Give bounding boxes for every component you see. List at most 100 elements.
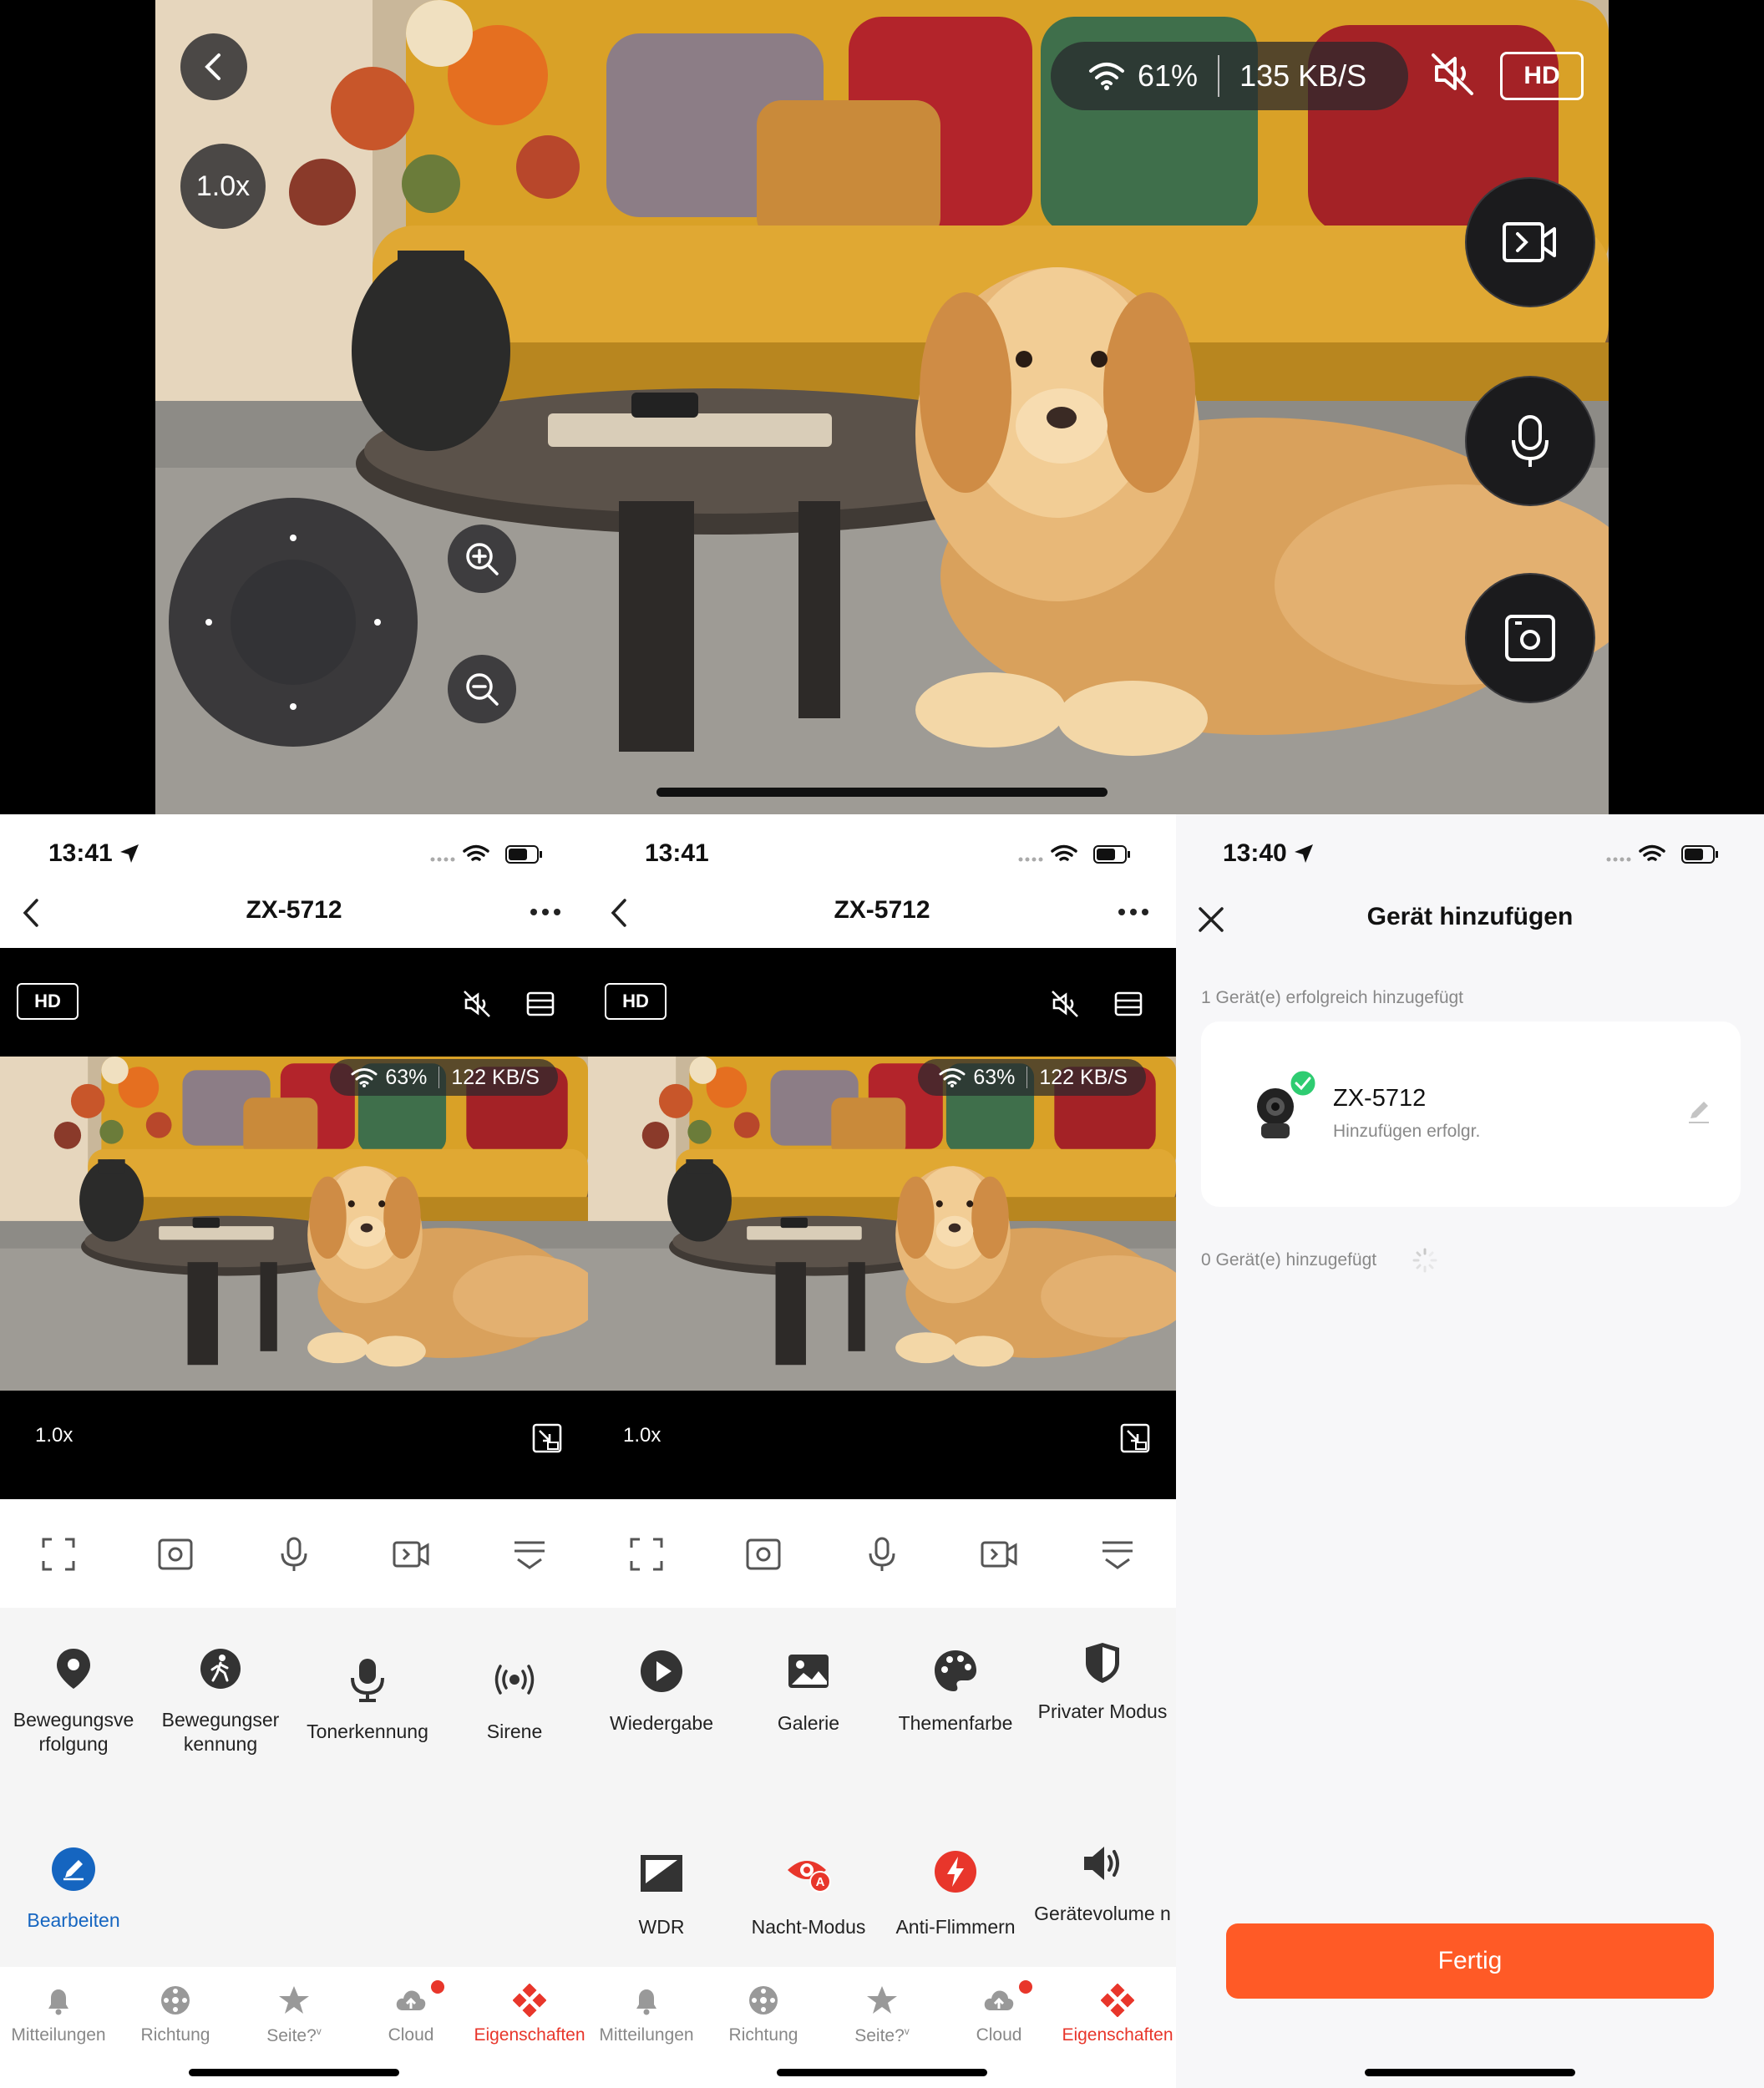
edit-pencil-icon[interactable]	[1685, 1098, 1712, 1125]
tab-cloud[interactable]: Cloud	[352, 1984, 469, 2045]
signal-percent: 63%	[973, 1065, 1016, 1089]
camera-panel-phone-2: 13:41 ZX-5712 HD 63% 122 KB/S 1.0x Wiede…	[588, 814, 1176, 2088]
wdr-icon	[638, 1848, 685, 1895]
zoom-level-badge: 1.0x	[180, 144, 266, 229]
live-video-area[interactable]: HD 63% 122 KB/S 1.0x	[588, 948, 1176, 1499]
speaker-muted-icon[interactable]	[461, 988, 493, 1020]
tab-label: Eigenschaften	[474, 2025, 585, 2045]
zoom-level-text: 1.0x	[195, 170, 251, 202]
grid-item-gallery[interactable]: Galerie	[735, 1711, 882, 1736]
exit-fullscreen-icon[interactable]	[531, 1422, 563, 1454]
grid-item-night-mode[interactable]: Nacht-Modus	[735, 1915, 882, 1939]
video-record-icon[interactable]	[981, 1536, 1017, 1573]
signal-percent: 63%	[385, 1065, 428, 1089]
layout-list-icon[interactable]	[1113, 988, 1144, 1020]
video-record-icon[interactable]	[393, 1536, 429, 1573]
zoom-in-icon	[466, 543, 499, 575]
device-card[interactable]: ZX-5712 Hinzufügen erfolgr.	[1201, 1021, 1741, 1207]
camera-feed	[0, 1057, 588, 1391]
device-name: ZX-5712	[1333, 1085, 1427, 1112]
pending-caption: 0 Gerät(e) hinzugefügt	[1201, 1250, 1377, 1270]
grid-item-sound-detection[interactable]: Tonerkennung	[294, 1720, 441, 1744]
collapse-menu-icon[interactable]	[1099, 1536, 1136, 1573]
bottom-tab-bar: Mitteilungen Richtung Seite?v Cloud Eige…	[588, 1967, 1176, 2088]
microphone-icon[interactable]	[276, 1536, 312, 1573]
record-video-button[interactable]	[1465, 177, 1595, 307]
grid-item-theme-color[interactable]: Themenfarbe	[882, 1711, 1029, 1736]
exit-fullscreen-icon[interactable]	[1119, 1422, 1151, 1454]
grid-item-private-mode[interactable]: Privater Modus	[1029, 1700, 1176, 1724]
tab-label: Richtung	[140, 2025, 210, 2045]
night-eye-icon: A	[785, 1848, 832, 1895]
status-icons	[430, 844, 542, 864]
ptz-center[interactable]	[231, 560, 356, 685]
tab-properties[interactable]: Eigenschaften	[471, 1984, 588, 2045]
device-title: ZX-5712	[246, 896, 342, 924]
edit-pencil-icon	[50, 1846, 97, 1893]
divider	[1218, 55, 1220, 97]
nav-bar: ZX-5712	[588, 873, 1176, 948]
ptz-right-dot[interactable]	[374, 619, 381, 626]
collapse-menu-icon[interactable]	[511, 1536, 548, 1573]
network-status-pill: 63% 122 KB/S	[330, 1059, 558, 1096]
ptz-direction-pad[interactable]	[169, 498, 418, 747]
camera-snapshot-icon[interactable]	[745, 1536, 782, 1573]
ptz-down-dot[interactable]	[290, 703, 297, 710]
home-indicator	[777, 2069, 987, 2076]
tab-page[interactable]: Seite?v	[236, 1984, 352, 2046]
grid-item-label: Gerätevolume n	[1034, 1903, 1171, 1924]
grid-item-motion-detection[interactable]: Bewegungser kennung	[147, 1708, 294, 1756]
camera-snapshot-icon[interactable]	[157, 1536, 194, 1573]
edit-button[interactable]: Bearbeiten	[0, 1908, 147, 1933]
grid-item-siren[interactable]: Sirene	[441, 1720, 588, 1744]
live-video-area[interactable]: HD 63% 122 KB/S 1.0x	[0, 948, 588, 1499]
tab-sup: v	[904, 2025, 910, 2037]
snapshot-button[interactable]	[1465, 573, 1595, 703]
done-button[interactable]: Fertig	[1226, 1923, 1714, 1999]
edit-label: Bearbeiten	[27, 1909, 120, 1931]
talk-microphone-button[interactable]	[1465, 376, 1595, 506]
microphone-icon[interactable]	[864, 1536, 900, 1573]
hd-quality-toggle[interactable]: HD	[1500, 52, 1584, 100]
grid-item-motion-tracking[interactable]: Bewegungsve rfolgung	[0, 1708, 147, 1756]
mute-button[interactable]	[1428, 48, 1478, 99]
divider	[438, 1067, 440, 1088]
microphone-icon	[1512, 415, 1549, 467]
zoom-out-button[interactable]	[448, 655, 516, 723]
bell-icon	[48, 1989, 68, 2015]
status-icons	[1606, 844, 1718, 864]
speaker-muted-icon[interactable]	[1049, 988, 1081, 1020]
ptz-left-dot[interactable]	[205, 619, 212, 626]
back-button[interactable]	[180, 33, 247, 100]
location-arrow-icon	[1295, 844, 1313, 863]
home-indicator	[656, 788, 1108, 797]
more-options-icon[interactable]	[530, 908, 561, 916]
grid-item-anti-flicker[interactable]: Anti-Flimmern	[882, 1915, 1029, 1939]
tab-page[interactable]: Seite?v	[824, 1984, 940, 2046]
hd-quality-toggle[interactable]: HD	[605, 983, 667, 1020]
svg-text:A: A	[816, 1875, 825, 1889]
grid-item-wdr[interactable]: WDR	[588, 1915, 735, 1939]
grid-item-device-volume[interactable]: Gerätevolume n	[1029, 1902, 1176, 1926]
fullscreen-icon[interactable]	[628, 1536, 665, 1573]
tab-cloud[interactable]: Cloud	[940, 1984, 1057, 2045]
tab-notifications[interactable]: Mitteilungen	[588, 1984, 705, 2045]
hd-quality-toggle[interactable]: HD	[17, 983, 79, 1020]
zoom-in-button[interactable]	[448, 525, 516, 593]
tab-direction[interactable]: Richtung	[117, 1984, 234, 2045]
tab-notifications[interactable]: Mitteilungen	[0, 1984, 117, 2045]
fullscreen-icon[interactable]	[40, 1536, 77, 1573]
layout-list-icon[interactable]	[525, 988, 556, 1020]
grid-item-playback[interactable]: Wiedergabe	[588, 1711, 735, 1736]
star-icon	[867, 1986, 897, 2014]
bitrate-text: 122 KB/S	[1039, 1065, 1128, 1089]
ptz-up-dot[interactable]	[290, 535, 297, 541]
tab-label: Richtung	[728, 2025, 798, 2045]
tab-label: Seite?	[854, 2026, 905, 2045]
tab-properties[interactable]: Eigenschaften	[1059, 1984, 1176, 2045]
wifi-icon	[939, 1068, 966, 1087]
tab-direction[interactable]: Richtung	[705, 1984, 822, 2045]
flash-icon	[932, 1848, 979, 1895]
properties-diamond-icon	[1101, 1984, 1134, 2017]
more-options-icon[interactable]	[1118, 908, 1149, 916]
